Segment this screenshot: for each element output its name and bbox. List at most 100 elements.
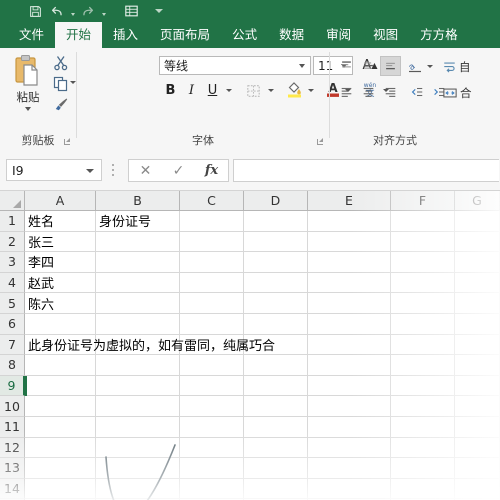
cell-E12[interactable] <box>308 437 391 459</box>
cell-C3[interactable] <box>180 252 244 273</box>
customize-qat-icon[interactable] <box>152 0 166 22</box>
decrease-indent-button[interactable] <box>406 82 427 102</box>
cell-C1[interactable] <box>180 211 244 232</box>
column-header-a[interactable]: A <box>25 191 96 211</box>
cell-C8[interactable] <box>180 355 244 376</box>
cell-A5[interactable]: 陈六 <box>25 293 96 314</box>
cell-E3[interactable] <box>308 252 391 273</box>
cell-E1[interactable] <box>308 211 391 232</box>
cell-F9[interactable] <box>391 375 455 397</box>
cell-B6[interactable] <box>96 314 180 335</box>
cell-A6[interactable] <box>25 314 96 335</box>
align-left-button[interactable] <box>336 82 357 102</box>
row-header-1[interactable]: 1 <box>0 211 25 232</box>
row-header-9[interactable]: 9 <box>0 375 25 397</box>
cell-A3[interactable]: 李四 <box>25 252 96 273</box>
cell-F14[interactable] <box>391 478 455 500</box>
cell-G14[interactable] <box>455 478 500 500</box>
format-painter-button[interactable] <box>50 95 72 115</box>
cell-C2[interactable] <box>180 231 244 253</box>
cell-A7[interactable]: 此身份证号为虚拟的，如有雷同，纯属巧合 <box>25 334 275 356</box>
cell-B10[interactable] <box>96 396 180 417</box>
cell-G11[interactable] <box>455 417 500 438</box>
cell-C11[interactable] <box>180 417 244 438</box>
cell-D8[interactable] <box>244 355 308 376</box>
cell-C5[interactable] <box>180 293 244 314</box>
name-box-dropdown-icon[interactable] <box>86 169 94 173</box>
paste-dropdown-icon[interactable] <box>25 107 31 111</box>
tab-home[interactable]: 开始 <box>55 22 103 48</box>
cell-F12[interactable] <box>391 437 455 459</box>
tab-page-layout[interactable]: 页面布局 <box>149 22 221 48</box>
formula-input[interactable] <box>233 159 499 182</box>
bold-button[interactable]: B <box>162 80 179 101</box>
column-header-g[interactable]: G <box>455 191 500 211</box>
font-dialog-launcher[interactable] <box>316 138 325 147</box>
row-header-2[interactable]: 2 <box>0 231 25 253</box>
clipboard-dialog-launcher[interactable] <box>63 138 72 147</box>
underline-dropdown-icon[interactable] <box>226 89 232 92</box>
cell-C12[interactable] <box>180 437 244 459</box>
cell-F2[interactable] <box>391 231 455 253</box>
cell-B9[interactable] <box>96 375 180 397</box>
undo-dropdown-icon[interactable] <box>68 0 77 22</box>
font-name-dropdown-icon[interactable] <box>299 64 305 68</box>
redo-icon[interactable] <box>77 0 99 22</box>
italic-button[interactable]: I <box>183 80 200 101</box>
cell-G10[interactable] <box>455 396 500 417</box>
cell-F13[interactable] <box>391 458 455 479</box>
cell-E5[interactable] <box>308 293 391 314</box>
cell-A4[interactable]: 赵武 <box>25 272 96 294</box>
cell-F11[interactable] <box>391 417 455 438</box>
save-icon[interactable] <box>24 0 46 22</box>
cell-B11[interactable] <box>96 417 180 438</box>
copy-button[interactable] <box>50 74 72 94</box>
column-header-c[interactable]: C <box>180 191 244 211</box>
tab-fanfanggezi[interactable]: 方方格 <box>409 22 469 48</box>
cell-E11[interactable] <box>308 417 391 438</box>
cell-E2[interactable] <box>308 231 391 253</box>
row-header-13[interactable]: 13 <box>0 458 25 479</box>
quick-table-icon[interactable] <box>120 0 142 22</box>
cell-E14[interactable] <box>308 478 391 500</box>
fill-color-button[interactable] <box>284 78 304 99</box>
borders-button[interactable] <box>244 80 263 101</box>
cell-C14[interactable] <box>180 478 244 500</box>
cut-button[interactable] <box>50 53 72 73</box>
row-header-10[interactable]: 10 <box>0 396 25 417</box>
align-center-button[interactable] <box>358 82 379 102</box>
cell-C10[interactable] <box>180 396 244 417</box>
cell-A2[interactable]: 张三 <box>25 231 96 253</box>
cell-G8[interactable] <box>455 355 500 376</box>
align-top-button[interactable] <box>336 56 357 76</box>
cell-F1[interactable] <box>391 211 455 232</box>
cell-G13[interactable] <box>455 458 500 479</box>
align-right-button[interactable] <box>380 82 401 102</box>
cell-G6[interactable] <box>455 314 500 335</box>
select-all-corner[interactable] <box>0 191 25 211</box>
cell-E4[interactable] <box>308 272 391 294</box>
row-header-5[interactable]: 5 <box>0 293 25 314</box>
column-header-f[interactable]: F <box>391 191 455 211</box>
cell-E7[interactable] <box>308 334 391 356</box>
row-header-6[interactable]: 6 <box>0 314 25 335</box>
cell-E9[interactable] <box>308 375 391 397</box>
tab-formulas[interactable]: 公式 <box>221 22 268 48</box>
cell-B8[interactable] <box>96 355 180 376</box>
row-header-14[interactable]: 14 <box>0 478 25 500</box>
cell-D11[interactable] <box>244 417 308 438</box>
tab-insert[interactable]: 插入 <box>102 22 149 48</box>
cell-B1[interactable]: 身份证号 <box>96 211 180 232</box>
align-bottom-button[interactable] <box>380 56 401 76</box>
cell-G5[interactable] <box>455 293 500 314</box>
cell-C4[interactable] <box>180 272 244 294</box>
cell-E8[interactable] <box>308 355 391 376</box>
align-middle-button[interactable] <box>358 56 379 76</box>
orientation-button[interactable]: a <box>406 56 424 76</box>
enter-formula-button[interactable]: ✓ <box>162 160 195 181</box>
insert-function-button[interactable]: fx <box>195 160 228 181</box>
paste-button[interactable]: 粘贴 <box>6 54 50 120</box>
cell-A1[interactable]: 姓名 <box>25 211 96 232</box>
cell-F3[interactable] <box>391 252 455 273</box>
row-header-12[interactable]: 12 <box>0 437 25 459</box>
